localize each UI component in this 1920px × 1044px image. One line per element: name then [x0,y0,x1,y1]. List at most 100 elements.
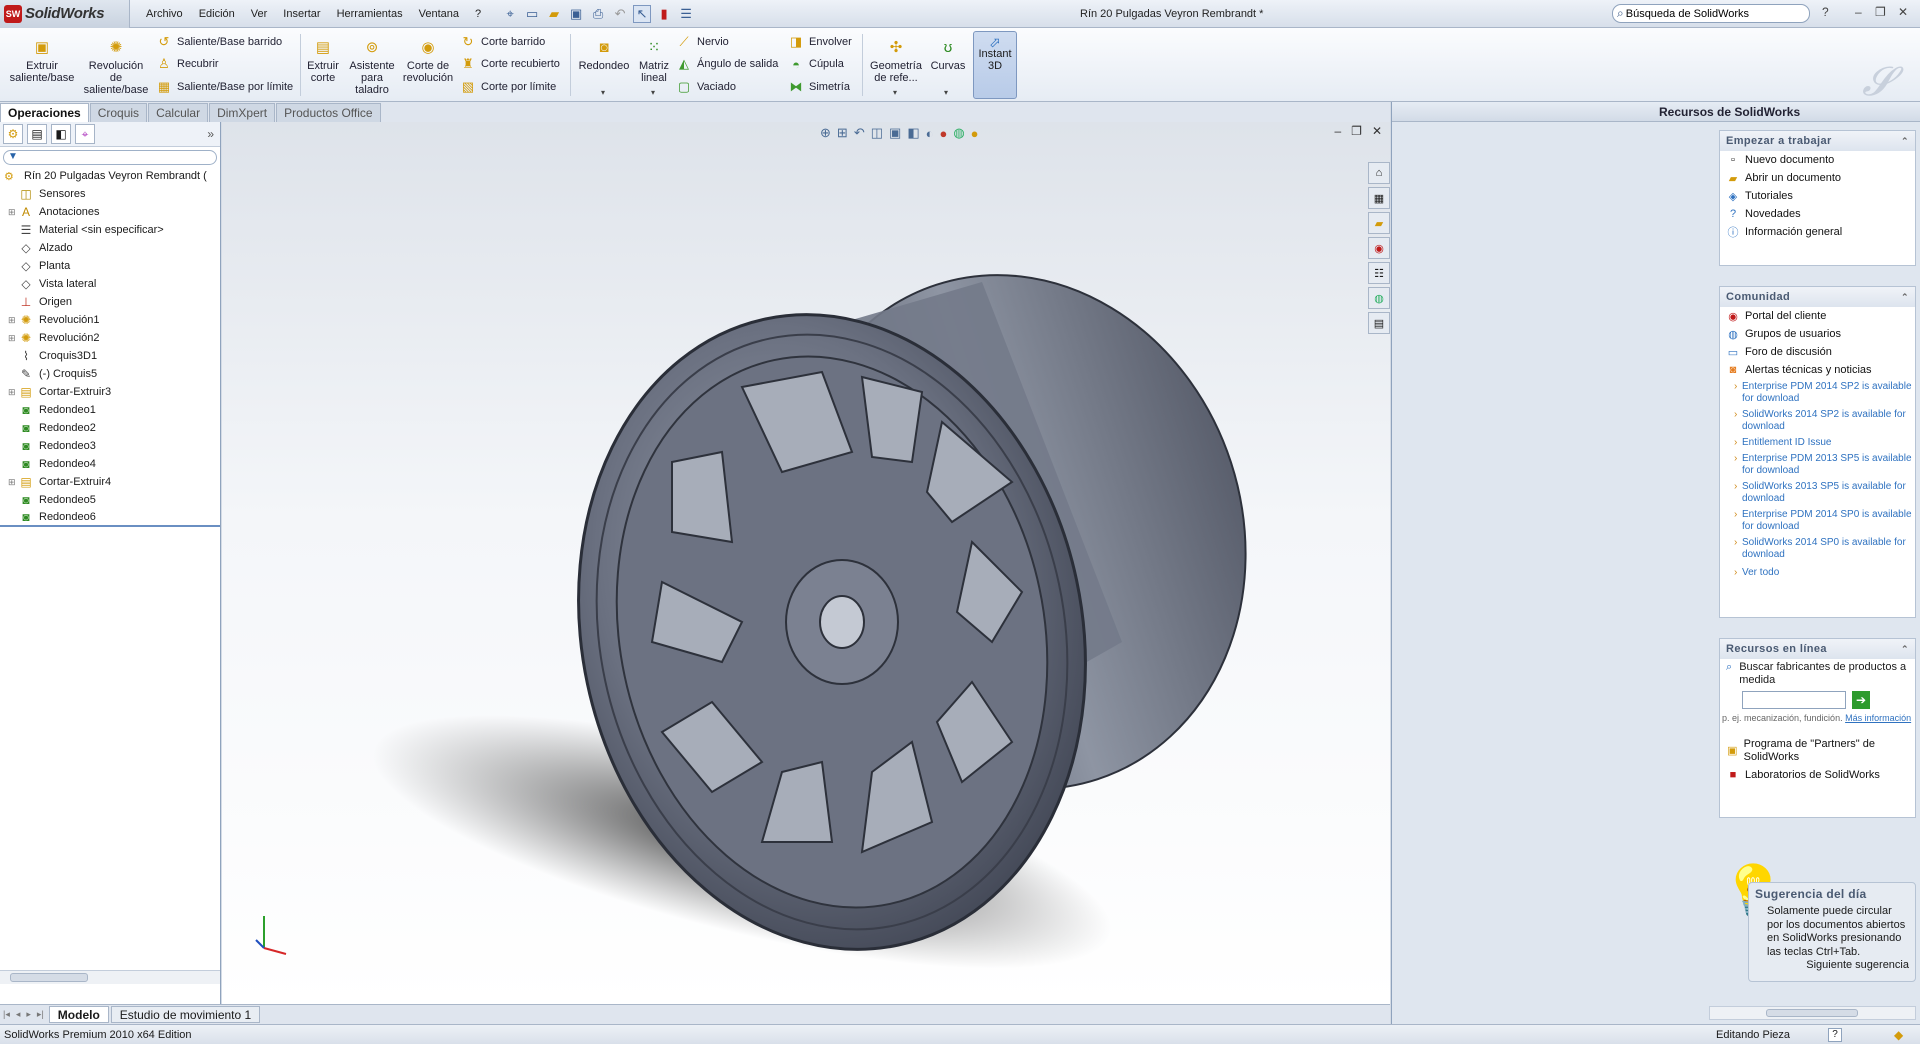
menu-ventana[interactable]: Ventana [411,8,467,20]
swept-boss-button[interactable]: ↺ Saliente/Base barrido [156,34,283,50]
tree-item[interactable]: ⊞ A Anotaciones [0,203,220,221]
select-arrow-icon[interactable]: ↖ [633,4,652,23]
options-icon[interactable]: ☰ [677,5,695,23]
tree-item[interactable]: ◙ Redondeo5 [0,491,220,509]
help-icon[interactable]: ? [1822,5,1829,19]
previous-view-icon[interactable]: ↶ [854,125,865,141]
notifications-icon[interactable]: ◆ [1894,1028,1903,1042]
reference-geometry-button[interactable]: ✣ Geometría de refe... [866,38,926,84]
next-tab-icon[interactable]: ▸ [23,1009,34,1020]
news-link[interactable]: Entitlement ID Issue [1720,437,1915,449]
tree-item[interactable]: ⊞ ▤ Cortar-Extruir3 [0,383,220,401]
tree-item[interactable]: ✎ (-) Croquis5 [0,365,220,383]
shell-button[interactable]: ▢ Vaciado [676,79,736,95]
apply-scene-icon[interactable]: ◍ [953,125,964,141]
chevron-down-icon[interactable]: ▾ [944,88,948,97]
news-link[interactable]: Ver todo [1720,567,1915,579]
tab-productos-office[interactable]: Productos Office [276,103,381,122]
graphics-area[interactable]: ⊕ ⊞ ↶ ◫ ▣ ◧ ◐ ● ◍ ● – ❐ ✕ ⌂ ▦ ▰ ◉ ☷ ◍ ▤ [222,122,1390,1004]
hole-wizard-button[interactable]: ⊚ Asistente para taladro [346,38,398,96]
tech-alerts-link[interactable]: ◙ Alertas técnicas y noticias [1720,361,1915,379]
restore-icon[interactable]: ❐ [1875,5,1886,19]
tutorials-link[interactable]: ◈ Tutoriales [1720,187,1915,205]
wheel-model[interactable] [222,122,1390,1004]
design-library-icon[interactable]: ▦ [1368,187,1390,209]
feature-tree-icon[interactable]: ⚙ [3,124,23,144]
view-settings-icon[interactable]: ● [971,126,979,141]
last-tab-icon[interactable]: ▸| [34,1009,47,1020]
draft-button[interactable]: ◭ Ángulo de salida [676,56,778,72]
expand-icon[interactable]: ⊞ [8,387,18,398]
view-orientation-icon[interactable]: ▣ [889,125,901,141]
tab-dimxpert[interactable]: DimXpert [209,103,276,122]
tree-item[interactable]: ⊞ ✺ Revolución1 [0,311,220,329]
dimxpert-manager-icon[interactable]: ⌖ [75,124,95,144]
tab-operaciones[interactable]: Operaciones [0,103,89,122]
pin-icon[interactable]: ⌖ [501,5,519,23]
appearances-icon[interactable]: ◍ [1368,287,1390,309]
tab-calcular[interactable]: Calcular [148,103,209,122]
chevron-down-icon[interactable]: ▾ [893,88,897,97]
feature-filter-icon[interactable]: ▼ [3,150,217,165]
help-icon[interactable]: ? [1828,1027,1842,1042]
tree-item[interactable]: ◙ Redondeo6 [0,509,220,527]
dome-button[interactable]: ◓ Cúpula [788,56,844,72]
scrollbar-thumb[interactable] [1766,1009,1858,1017]
boundary-cut-button[interactable]: ▧ Corte por límite [460,79,556,95]
tree-item[interactable]: ⊞ ▤ Cortar-Extruir4 [0,473,220,491]
section-header[interactable]: Recursos en línea ⌃ [1720,639,1915,659]
viewport-restore-icon[interactable]: ❐ [1351,124,1362,138]
search-input[interactable] [1625,7,1796,20]
rib-button[interactable]: ⟋ Nervio [676,34,728,50]
custom-properties-icon[interactable]: ▤ [1368,312,1390,334]
more-info-link[interactable]: Más información [1845,713,1911,723]
tree-item[interactable]: ⊞ ✺ Revolución2 [0,329,220,347]
section-header[interactable]: Empezar a trabajar ⌃ [1720,131,1915,151]
chevron-down-icon[interactable]: ▾ [651,88,655,97]
tab-modelo[interactable]: Modelo [48,1006,109,1023]
news-link[interactable]: Enterprise PDM 2013 SP5 is available for… [1720,453,1915,477]
tree-item[interactable]: ◙ Redondeo2 [0,419,220,437]
curves-button[interactable]: ʊ Curvas [928,38,968,72]
tab-motion-study[interactable]: Estudio de movimiento 1 [110,1006,261,1023]
menu-insertar[interactable]: Insertar [275,8,328,20]
task-pane-scrollbar[interactable] [1709,1006,1916,1020]
collapse-icon[interactable]: ⌃ [1901,292,1909,303]
tree-item[interactable]: ◇ Vista lateral [0,275,220,293]
news-link[interactable]: SolidWorks 2014 SP0 is available for dow… [1720,537,1915,561]
hide-show-icon[interactable]: ◐ [926,126,934,141]
search-box[interactable]: ⌕ [1612,4,1810,23]
file-explorer-icon[interactable]: ▰ [1368,212,1390,234]
news-link[interactable]: SolidWorks 2013 SP5 is available for dow… [1720,481,1915,505]
home-icon[interactable]: ⌂ [1368,162,1390,184]
next-tip-link[interactable]: Siguiente sugerencia [1749,959,1915,971]
tree-item[interactable]: ◙ Redondeo3 [0,437,220,455]
display-style-icon[interactable]: ◧ [907,125,919,141]
zoom-to-fit-icon[interactable]: ⊕ [820,125,831,141]
undo-icon[interactable]: ↶ [611,5,629,23]
configuration-manager-icon[interactable]: ◧ [51,124,71,144]
menu-herramientas[interactable]: Herramientas [329,8,411,20]
tree-item[interactable]: ◇ Planta [0,257,220,275]
new-document-link[interactable]: ▫ Nuevo documento [1720,151,1915,169]
menu-ver[interactable]: Ver [243,8,276,20]
revolve-boss-button[interactable]: ✺ Revolución de saliente/base [82,38,150,96]
news-link[interactable]: Enterprise PDM 2014 SP2 is available for… [1720,381,1915,405]
partners-program-link[interactable]: ▣ Programa de "Partners" de SolidWorks [1720,736,1915,766]
news-link[interactable]: SolidWorks 2014 SP2 is available for dow… [1720,409,1915,433]
tree-item[interactable]: ⌇ Croquis3D1 [0,347,220,365]
section-header[interactable]: Comunidad ⌃ [1720,287,1915,307]
expand-icon[interactable]: ⊞ [8,207,18,218]
close-icon[interactable]: ✕ [1898,5,1908,19]
menu-archivo[interactable]: Archivo [138,8,191,20]
news-link[interactable]: Enterprise PDM 2014 SP0 is available for… [1720,509,1915,533]
edit-appearance-icon[interactable]: ● [939,126,947,141]
solidworks-logo[interactable]: SW SolidWorks [0,0,130,28]
boundary-boss-button[interactable]: ▦ Saliente/Base por límite [156,79,293,95]
rebuild-icon[interactable]: ▮ [655,5,673,23]
mirror-button[interactable]: ⧓ Simetría [788,79,850,95]
search-results-icon[interactable]: ◉ [1368,237,1390,259]
labs-link[interactable]: ■ Laboratorios de SolidWorks [1720,766,1915,784]
open-folder-icon[interactable]: ▰ [545,5,563,23]
extruded-cut-button[interactable]: ▤ Extruir corte [302,38,344,84]
